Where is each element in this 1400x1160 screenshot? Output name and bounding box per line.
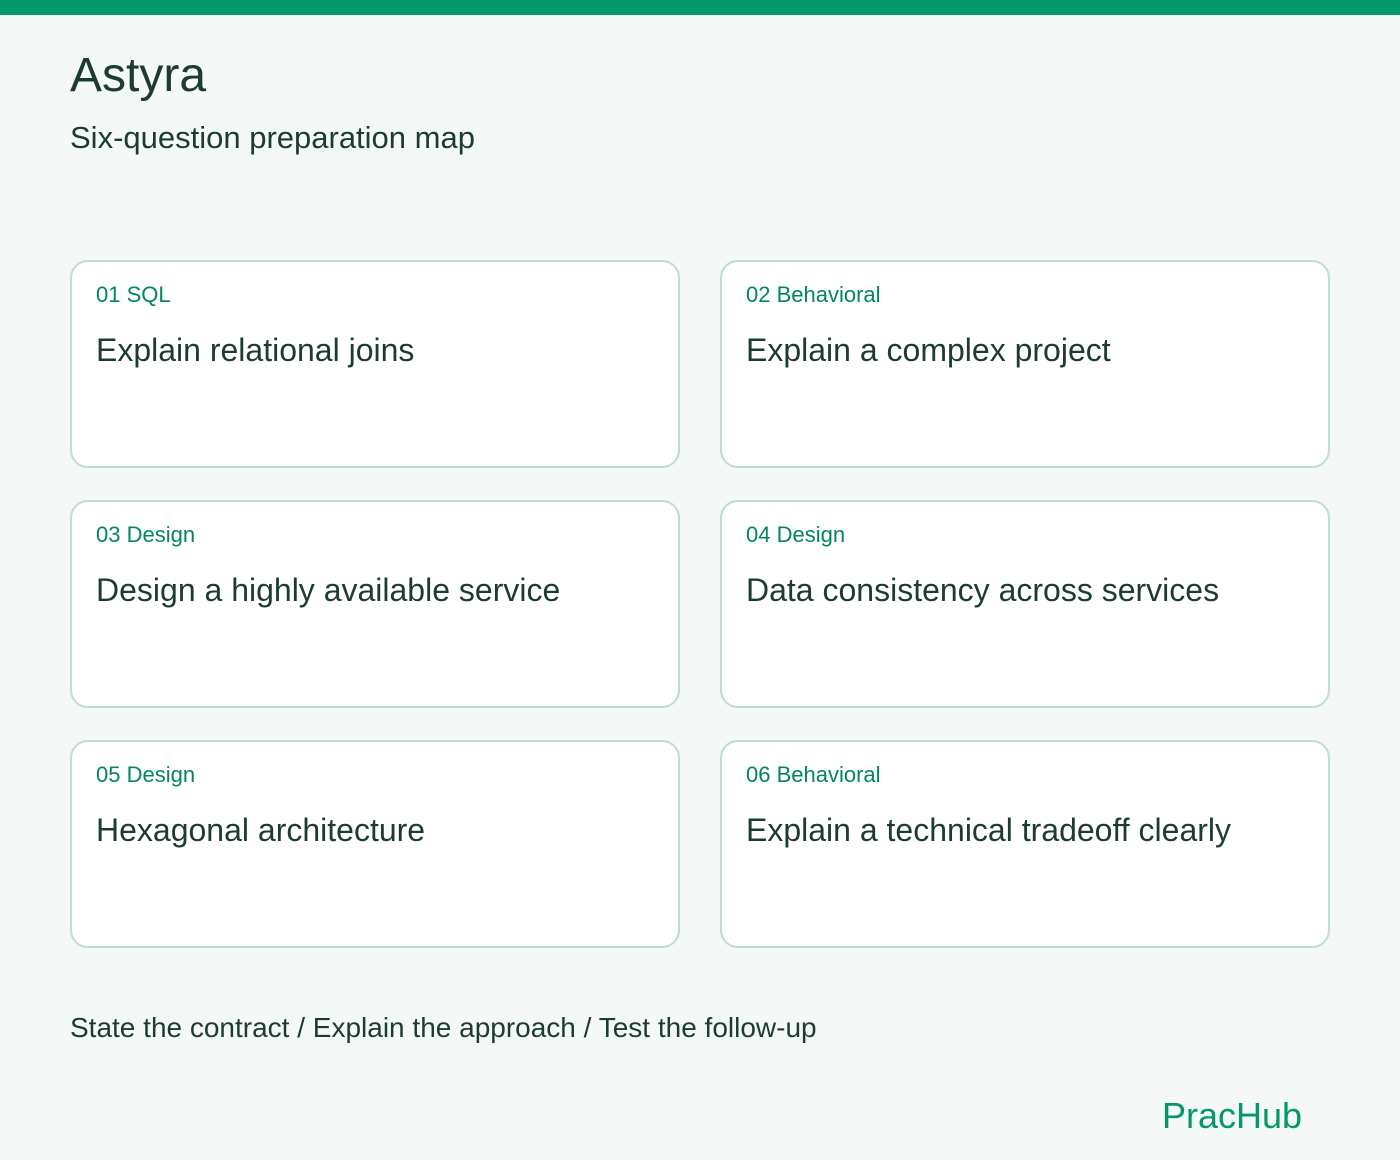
question-card-04[interactable]: 04 Design Data consistency across servic…	[720, 500, 1330, 708]
top-accent-bar	[0, 0, 1400, 15]
question-tag: 01 SQL	[96, 282, 171, 307]
question-card-06[interactable]: 06 Behavioral Explain a technical tradeo…	[720, 740, 1330, 948]
question-title: Explain a technical tradeoff clearly	[746, 812, 1232, 848]
question-tag: 02 Behavioral	[746, 282, 881, 307]
question-title: Explain a complex project	[746, 332, 1111, 368]
preparation-steps: State the contract / Explain the approac…	[70, 1012, 817, 1043]
question-card-01[interactable]: 01 SQL Explain relational joins	[70, 260, 680, 468]
question-title: Explain relational joins	[96, 332, 415, 368]
question-card-03[interactable]: 03 Design Design a highly available serv…	[70, 500, 680, 708]
question-title: Design a highly available service	[96, 572, 561, 608]
question-card-05[interactable]: 05 Design Hexagonal architecture	[70, 740, 680, 948]
question-title: Hexagonal architecture	[96, 812, 426, 848]
question-tag: 03 Design	[96, 522, 196, 547]
page-title: Astyra	[70, 49, 207, 102]
question-title: Data consistency across services	[746, 572, 1220, 608]
question-grid: 01 SQL Explain relational joins 02 Behav…	[70, 260, 1330, 948]
question-card-02[interactable]: 02 Behavioral Explain a complex project	[720, 260, 1330, 468]
question-tag: 06 Behavioral	[746, 762, 881, 787]
page-subtitle: Six-question preparation map	[70, 120, 475, 155]
question-tag: 05 Design	[96, 762, 196, 787]
question-tag: 04 Design	[746, 522, 846, 547]
brand-logo-text: PracHub	[1161, 1095, 1302, 1136]
